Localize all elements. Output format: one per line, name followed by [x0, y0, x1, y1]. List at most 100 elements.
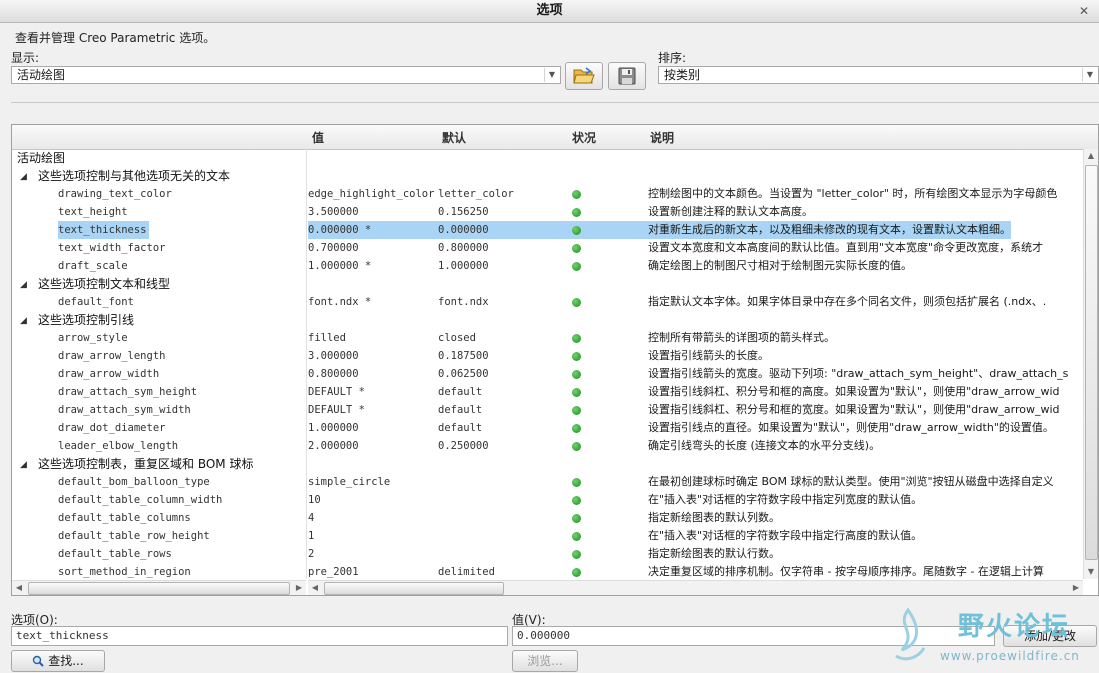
option-default: 0.062500: [438, 368, 489, 380]
table-row[interactable]: text_width_factor 0.700000 0.800000 设置文本宽度和…: [12, 239, 1084, 257]
tree-root[interactable]: 活动绘图: [12, 149, 1084, 167]
scroll-up-icon[interactable]: ▲: [1084, 149, 1098, 163]
table-row[interactable]: default_table_columns 4 指定新绘图表的默认列数。: [12, 509, 1084, 527]
option-description: 控制绘图中的文本颜色。当设置为 "letter_color" 时，所有绘图文本显…: [648, 187, 1058, 200]
scroll-left-icon[interactable]: ◀: [308, 581, 322, 595]
status-ok-icon: [572, 568, 581, 577]
option-description: 设置指引线点的直径。如果设置为"默认"，则使用"draw_arrow_width…: [648, 421, 1054, 434]
table-row[interactable]: draft_scale 1.000000 * 1.000000 确定绘图上的制图尺寸相…: [12, 257, 1084, 275]
option-default: default: [438, 422, 483, 434]
status-ok-icon: [572, 370, 581, 379]
option-default: 0.800000: [438, 242, 489, 254]
status-ok-icon: [572, 334, 581, 343]
option-description: 设置指引线斜杠、积分号和框的高度。如果设置为"默认"，则使用"draw_arro…: [648, 385, 1060, 398]
option-description: 设置指引线斜杠、积分号和框的宽度。如果设置为"默认"，则使用"draw_arro…: [648, 403, 1060, 416]
table-row[interactable]: sort_method_in_region pre_2001 delimited 决定…: [12, 563, 1084, 581]
divider: [11, 102, 1099, 103]
sort-select-value: 按类别: [664, 68, 701, 82]
browse-button[interactable]: 浏览...: [512, 650, 578, 672]
group-label: 这些选项控制与其他选项无关的文本: [38, 169, 231, 183]
expand-triangle-icon[interactable]: ◢: [20, 455, 34, 473]
option-description: 设置指引线箭头的宽度。驱动下列项: "draw_attach_sym_heigh…: [648, 367, 1069, 380]
status-cell: [568, 293, 646, 311]
table-row[interactable]: default_font font.ndx * font.ndx 指定默认文本字体。如…: [12, 293, 1084, 311]
option-name-field[interactable]: text_thickness: [11, 626, 508, 646]
vertical-scroll-thumb[interactable]: [1085, 165, 1098, 560]
open-button[interactable]: [565, 62, 603, 90]
show-select-value: 活动绘图: [17, 68, 66, 82]
status-cell: [568, 203, 646, 221]
table-row[interactable]: text_height 3.500000 0.156250 设置新创建注释的默认文本高…: [12, 203, 1084, 221]
option-name: drawing_text_color: [58, 188, 172, 200]
option-description: 指定新绘图表的默认行数。: [648, 547, 780, 560]
scroll-right-icon[interactable]: ▶: [292, 581, 306, 595]
option-description: 对重新生成后的新文本，以及粗细未修改的现有文本，设置默认文本粗细。: [646, 221, 1011, 239]
option-description: 在最初创建球标时确定 BOM 球标的默认类型。使用"浏览"按钮从磁盘中选择自定义: [648, 475, 1054, 488]
intro-text: 查看并管理 Creo Parametric 选项。: [15, 31, 216, 45]
table-row[interactable]: default_table_row_height 1 在"插入表"对话框的字符数字段…: [12, 527, 1084, 545]
table-row[interactable]: draw_attach_sym_height DEFAULT * default 设置…: [12, 383, 1084, 401]
chevron-down-icon: ▼: [1082, 68, 1097, 82]
status-ok-icon: [572, 208, 581, 217]
option-name: default_table_column_width: [58, 494, 223, 506]
scroll-down-icon[interactable]: ▼: [1084, 565, 1098, 579]
horizontal-scrollbar-left[interactable]: ◀ ▶: [12, 580, 306, 595]
tree-group[interactable]: ◢ 这些选项控制引线: [12, 311, 1084, 329]
option-value: simple_circle: [308, 476, 391, 488]
option-default: delimited: [438, 566, 495, 578]
status-ok-icon: [572, 514, 581, 523]
status-cell: [568, 257, 646, 275]
table-row[interactable]: default_bom_balloon_type simple_circle 在最初…: [12, 473, 1084, 491]
option-default: default: [438, 386, 483, 398]
table-row[interactable]: arrow_style filled closed 控制所有带箭头的详图项的箭头样式。: [12, 329, 1084, 347]
find-button[interactable]: 查找...: [11, 650, 105, 672]
window-title: 选项: [536, 3, 563, 18]
close-icon[interactable]: ✕: [1075, 2, 1093, 20]
table-row[interactable]: leader_elbow_length 2.000000 0.250000 确定引线弯…: [12, 437, 1084, 455]
expand-triangle-icon[interactable]: ◢: [20, 167, 34, 185]
show-label: 显示:: [11, 51, 40, 65]
show-select[interactable]: 活动绘图 ▼: [11, 66, 561, 84]
vertical-scrollbar[interactable]: ▲ ▼: [1083, 149, 1098, 579]
table-row[interactable]: draw_arrow_width 0.800000 0.062500 设置指引线箭头的…: [12, 365, 1084, 383]
option-value: 0.800000: [308, 368, 359, 380]
tree-group[interactable]: ◢ 这些选项控制文本和线型: [12, 275, 1084, 293]
column-header-description[interactable]: 说明: [650, 125, 674, 149]
tree-group[interactable]: ◢ 这些选项控制表，重复区域和 BOM 球标: [12, 455, 1084, 473]
table-row[interactable]: default_table_column_width 10 在"插入表"对话框的字符…: [12, 491, 1084, 509]
option-description: 指定默认文本字体。如果字体目录中存在多个同名文件，则须包括扩展名 (.ndx、.: [648, 295, 1047, 308]
table-row[interactable]: text_thickness 0.000000 * 0.000000 对重新生成后的新…: [12, 221, 1084, 239]
sort-select[interactable]: 按类别 ▼: [658, 66, 1099, 84]
horizontal-scroll-thumb[interactable]: [324, 582, 504, 595]
save-button[interactable]: [608, 62, 646, 90]
table-row[interactable]: drawing_text_color edge_highlight_color le…: [12, 185, 1084, 203]
tree-group[interactable]: ◢ 这些选项控制与其他选项无关的文本: [12, 167, 1084, 185]
column-header-status[interactable]: 状况: [572, 125, 596, 149]
option-default: 0.250000: [438, 440, 489, 452]
expand-triangle-icon[interactable]: ◢: [20, 275, 34, 293]
option-default: font.ndx: [438, 296, 489, 308]
horizontal-scroll-thumb[interactable]: [28, 582, 290, 595]
table-row[interactable]: default_table_rows 2 指定新绘图表的默认行数。: [12, 545, 1084, 563]
status-ok-icon: [572, 298, 581, 307]
option-default: [438, 527, 568, 545]
scroll-left-icon[interactable]: ◀: [12, 581, 26, 595]
horizontal-scrollbar-right[interactable]: ◀ ▶: [308, 580, 1083, 595]
option-name: default_table_row_height: [58, 530, 210, 542]
table-row[interactable]: draw_attach_sym_width DEFAULT * default 设置指…: [12, 401, 1084, 419]
option-value: 0.700000: [308, 242, 359, 254]
table-row[interactable]: draw_dot_diameter 1.000000 default 设置指引线点的直…: [12, 419, 1084, 437]
column-header-value[interactable]: 值: [312, 125, 324, 149]
option-value: DEFAULT *: [308, 386, 365, 398]
option-name: draw_attach_sym_width: [58, 404, 191, 416]
status-cell: [568, 365, 646, 383]
table-row[interactable]: draw_arrow_length 3.000000 0.187500 设置指引线箭头…: [12, 347, 1084, 365]
scroll-right-icon[interactable]: ▶: [1069, 581, 1083, 595]
sort-label: 排序:: [658, 51, 687, 65]
option-name: arrow_style: [58, 332, 128, 344]
status-ok-icon: [572, 352, 581, 361]
option-name: default_bom_balloon_type: [58, 476, 210, 488]
column-header-default[interactable]: 默认: [442, 125, 466, 149]
status-ok-icon: [572, 424, 581, 433]
expand-triangle-icon[interactable]: ◢: [20, 311, 34, 329]
